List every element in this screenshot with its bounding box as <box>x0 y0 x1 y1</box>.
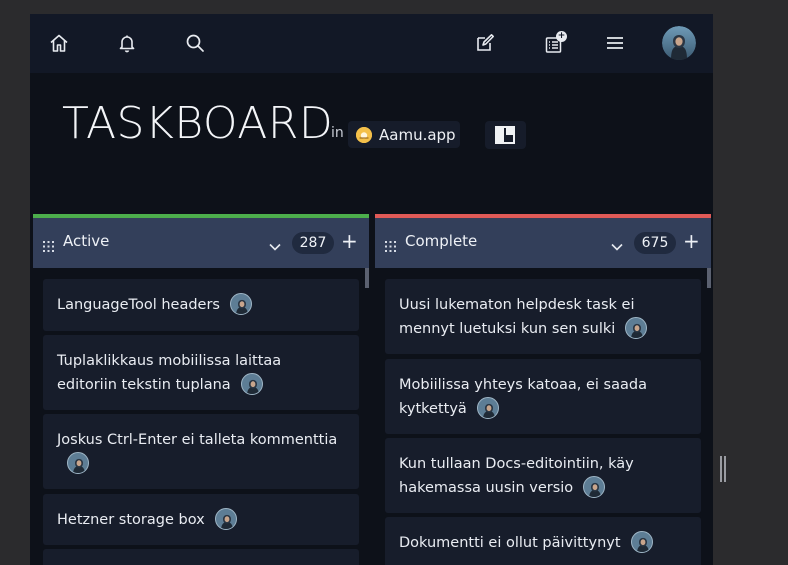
drag-handle-icon[interactable] <box>385 237 396 256</box>
assignee-avatar <box>625 317 648 339</box>
column-name: Complete <box>405 232 478 250</box>
task-title: Uusi lukematon helpdesk task ei mennyt l… <box>399 297 635 337</box>
task-title: Mobiilissa yhteys katoaa, ei saada kytke… <box>399 377 647 417</box>
workspace-name: Aamu.app <box>379 125 456 144</box>
in-label: in <box>331 125 344 141</box>
task-card[interactable]: LanguageTool headers <box>43 279 359 331</box>
task-card[interactable]: Joskus Ctrl-Enter ei talleta kommenttia <box>43 414 359 489</box>
add-task-button[interactable]: + <box>341 230 358 252</box>
task-count-badge: 675 <box>634 232 676 254</box>
search-icon[interactable] <box>183 31 207 55</box>
menu-icon[interactable] <box>603 31 627 55</box>
assignee-avatar <box>630 531 653 553</box>
column-header-active[interactable]: Active 287 + <box>33 214 369 268</box>
workspace-selector[interactable]: Aamu.app <box>348 121 460 148</box>
task-card[interactable]: Hetzner storage box <box>43 494 359 545</box>
column-active: Active 287 + LanguageTool headers Tuplak… <box>33 214 369 565</box>
resize-handle[interactable] <box>720 456 726 482</box>
app-window: + TASKBOARD in Aamu.app Active 287 + Lan… <box>30 14 713 565</box>
task-title: LanguageTool headers <box>57 297 220 313</box>
top-navigation-bar: + <box>30 14 713 73</box>
drag-handle-icon[interactable] <box>43 237 54 256</box>
assignee-avatar <box>214 508 237 530</box>
task-title: Joskus Ctrl-Enter ei talleta kommenttia <box>57 432 338 448</box>
home-icon[interactable] <box>47 31 71 55</box>
task-count-badge: 287 <box>292 232 334 254</box>
column-name: Active <box>63 232 110 250</box>
user-avatar[interactable] <box>662 26 696 60</box>
column-header-complete[interactable]: Complete 675 + <box>375 214 711 268</box>
task-card[interactable]: Dokumentti ei ollut päivittynyt <box>385 517 701 565</box>
task-card[interactable]: Tuplaklikkaus mobiilissa laittaa editori… <box>43 335 359 410</box>
task-title: Dokumentti ei ollut päivittynyt <box>399 535 621 551</box>
board-view-toggle[interactable] <box>485 121 526 149</box>
assignee-avatar <box>476 397 499 419</box>
add-task-button[interactable]: + <box>683 230 700 252</box>
assignee-avatar <box>229 293 252 315</box>
tasklist-icon[interactable]: + <box>541 31 567 57</box>
task-title: Hetzner storage box <box>57 512 205 528</box>
column-complete: Complete 675 + Uusi lukematon helpdesk t… <box>375 214 711 565</box>
task-card[interactable]: Mobiilissa yhteys katoaa, ei saada kytke… <box>385 359 701 434</box>
task-card[interactable]: Kun tullaan Docs-editointiin, käy hakema… <box>385 438 701 513</box>
kanban-view-icon <box>495 126 515 144</box>
chevron-down-icon[interactable] <box>611 236 623 255</box>
assignee-avatar <box>67 452 89 474</box>
workspace-logo-icon <box>356 126 372 143</box>
column-scrollbar[interactable] <box>707 268 711 288</box>
task-card[interactable] <box>43 549 359 565</box>
tasklist-badge: + <box>556 31 567 42</box>
edit-icon[interactable] <box>473 31 497 55</box>
assignee-avatar <box>583 476 606 498</box>
assignee-avatar <box>240 373 263 395</box>
task-card[interactable]: Uusi lukematon helpdesk task ei mennyt l… <box>385 279 701 354</box>
chevron-down-icon[interactable] <box>269 236 281 255</box>
page-title: TASKBOARD <box>62 98 334 149</box>
bell-icon[interactable] <box>115 31 139 55</box>
column-scrollbar[interactable] <box>365 268 369 288</box>
